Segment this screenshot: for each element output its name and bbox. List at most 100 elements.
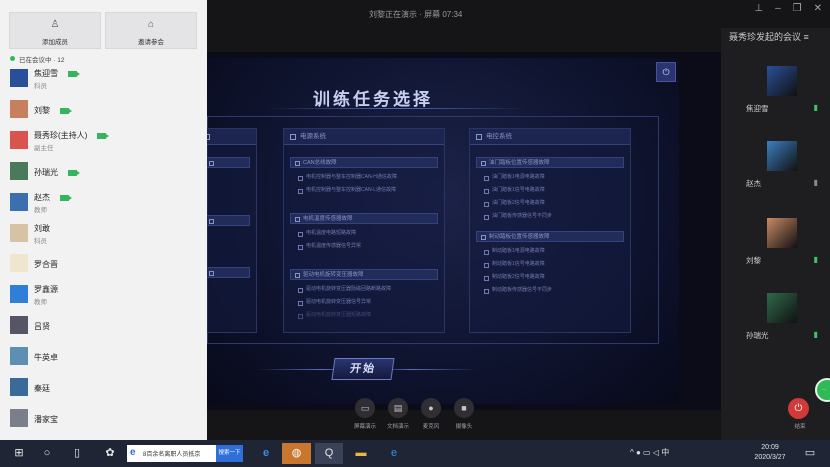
screen-share-icon: ▭ [355,398,375,418]
search-app-icon[interactable]: Q [315,443,343,464]
task-item[interactable]: 制动踏板2信号电路故障 [484,273,618,282]
power-icon: ⏻ [788,398,809,419]
avatar [10,223,28,242]
member-name: 聂秀珍(主持人) [34,130,88,140]
member-name: 刘敢 [34,223,50,233]
member-name: 罗鑫源 [34,285,58,295]
ie-icon: e [130,447,136,458]
notification-icon[interactable]: ▭ [800,443,820,464]
task-item[interactable]: 电机温度传感器信号异常 [298,242,432,251]
member-name: 赵杰 [34,192,50,202]
member-row[interactable]: 牛英卓 [0,344,207,370]
add-user-icon: ♙ [50,19,60,30]
member-role: 教师 [34,299,47,307]
pin-icon[interactable]: ⊥ [754,3,763,14]
task-item[interactable]: 驱动电机旋转变压器励磁回路断路故障 [298,285,432,294]
avatar [10,130,28,149]
add-member-button[interactable]: ♙ 添加成员 [9,12,101,49]
online-label: 已在会议中 · 12 [19,57,65,64]
search-button[interactable]: 搜索一下 [216,445,243,462]
task-item[interactable]: 油门踏板2信号电路故障 [484,199,618,208]
windows-taskbar: ⊞ ○ ▯ ✿ e 8百余名离职人员抵京 搜索一下 e ◍ Q ▬ e ^ ● … [0,440,830,467]
task-item[interactable]: 制动踏板1电源电路故障 [484,247,618,256]
member-row[interactable]: 孙瑞光 [0,159,207,185]
video-thumbnail [767,293,797,323]
meeting-app-window: 刘黎正在演示 · 屏幕 07:34 ⊥ – ❐ ✕ 训练任务选择 电源系统 CA… [0,0,830,467]
member-name: 牛英卓 [34,353,58,363]
clock[interactable]: 20:09 2020/3/27 [748,443,792,463]
power-icon[interactable]: ⏻ [656,62,676,82]
member-row[interactable]: 刘黎 [0,97,207,123]
restore-icon[interactable]: ❐ [793,3,802,14]
task-item[interactable]: 制动踏板1信号电路故障 [484,260,618,269]
member-row[interactable]: 罗鑫源 教师 [0,282,207,308]
minimize-icon[interactable]: – [775,3,781,14]
cortana-icon[interactable]: ○ [38,443,56,464]
start-button[interactable]: 开始 [331,358,395,380]
member-list-panel: ♙ 添加成员 ⌂ 邀请参会 已在会议中 · 12 焦迎雪 科员刘黎聂秀珍(主持人)… [0,0,207,440]
task-item[interactable]: 驱动电机旋转变压器信号异常 [298,298,432,307]
invite-button[interactable]: ⌂ 邀请参会 [105,12,197,49]
avatar [10,408,28,427]
task-group[interactable]: 油门踏板位置传感器故障 [476,157,624,168]
task-group [207,215,250,226]
meeting-header[interactable]: 聂秀珍发起的会议 ≡ [729,30,809,43]
panel-header: 电源系统 [284,129,444,145]
member-name: 焦迎雪 [34,69,58,78]
member-row[interactable]: 秦廷 [0,375,207,401]
task-group[interactable]: CAN总线故障 [290,157,438,168]
avatar [10,316,28,335]
doc-share-button[interactable]: ▤ 文档演示 [383,398,413,430]
task-item[interactable]: 驱动电机旋转变压器短路故障 [298,311,432,320]
system-tray[interactable]: ^ ● ▭ ◁ 中 [630,447,669,458]
list-toggle-icon: ≡ [803,32,809,42]
wechat-icon[interactable]: ◍ [282,443,311,464]
member-row[interactable]: 焦迎雪 科员 [0,66,207,92]
task-item[interactable]: 油门踏板传感器信号不同步 [484,212,618,221]
task-group[interactable]: 驱动电机旋转变压器故障 [290,269,438,280]
clock-date: 2020/3/27 [754,454,786,461]
close-icon[interactable]: ✕ [814,3,822,14]
title-bar: 刘黎正在演示 · 屏幕 07:34 ⊥ – ❐ ✕ [207,0,830,28]
member-role: 副主任 [34,144,54,152]
edge-icon[interactable]: e [255,443,277,464]
windows-start-icon[interactable]: ⊞ [10,443,28,464]
member-row[interactable]: 刘敢 科员 [0,221,207,247]
online-dot [10,56,15,61]
video-tile[interactable]: 刘黎 ▮ [746,218,830,282]
video-thumbnail [767,66,797,96]
member-row[interactable]: 潘家宝 [0,406,207,432]
task-item[interactable]: 油门踏板1电源电路故障 [484,173,618,182]
video-tile[interactable]: 孙瑞光 ▮ [746,293,830,357]
video-tile[interactable]: 赵杰 ▮ [746,141,830,205]
task-item[interactable]: 电机温度电路短路故障 [298,229,432,238]
task-panel-control: 电控系统 油门踏板位置传感器故障 油门踏板1电源电路故障 油门踏板1信号电路故障… [469,128,631,333]
task-item[interactable]: 电机控制器与整车控制器CAN-H通信故障 [298,173,432,182]
file-explorer-icon[interactable]: ▬ [349,443,373,464]
member-row[interactable]: 聂秀珍(主持人) 副主任 [0,128,207,154]
participant-name: 孙瑞光 [746,331,769,340]
end-meeting-button[interactable]: ⏻ 结束 [788,398,812,430]
clock-time: 20:09 [761,444,779,451]
task-group[interactable]: 制动踏板位置传感器故障 [476,231,624,242]
screen-share-button[interactable]: ▭ 屏幕演示 [350,398,380,430]
browser-icon[interactable]: e [382,443,406,464]
camera-on-icon [60,107,72,114]
member-row[interactable]: 赵杰 教师 [0,190,207,216]
camera-button[interactable]: ■ 摄像头 [449,398,479,430]
browser-search-box[interactable]: e 8百余名离职人员抵京 搜索一下 [127,445,243,462]
search-text: 8百余名离职人员抵京 [143,452,201,458]
video-tile[interactable]: 焦迎雪 ▮ [746,66,830,130]
member-row[interactable]: 吕贤 [0,313,207,339]
task-view-icon[interactable]: ▯ [68,443,86,464]
member-row[interactable]: 罗合晋 [0,251,207,277]
task-item[interactable]: 油门踏板1信号电路故障 [484,186,618,195]
app-icon[interactable]: ✿ [100,443,120,464]
task-group[interactable]: 电机温度传感器故障 [290,213,438,224]
avatar [10,254,28,273]
add-member-label: 添加成员 [42,39,68,46]
slide-title: 训练任务选择 [313,90,433,109]
task-item[interactable]: 电机控制器与整车控制器CAN-L通信故障 [298,186,432,195]
task-item[interactable]: 制动踏板传感器信号不同步 [484,286,618,295]
microphone-button[interactable]: ● 麦克风 [416,398,446,430]
